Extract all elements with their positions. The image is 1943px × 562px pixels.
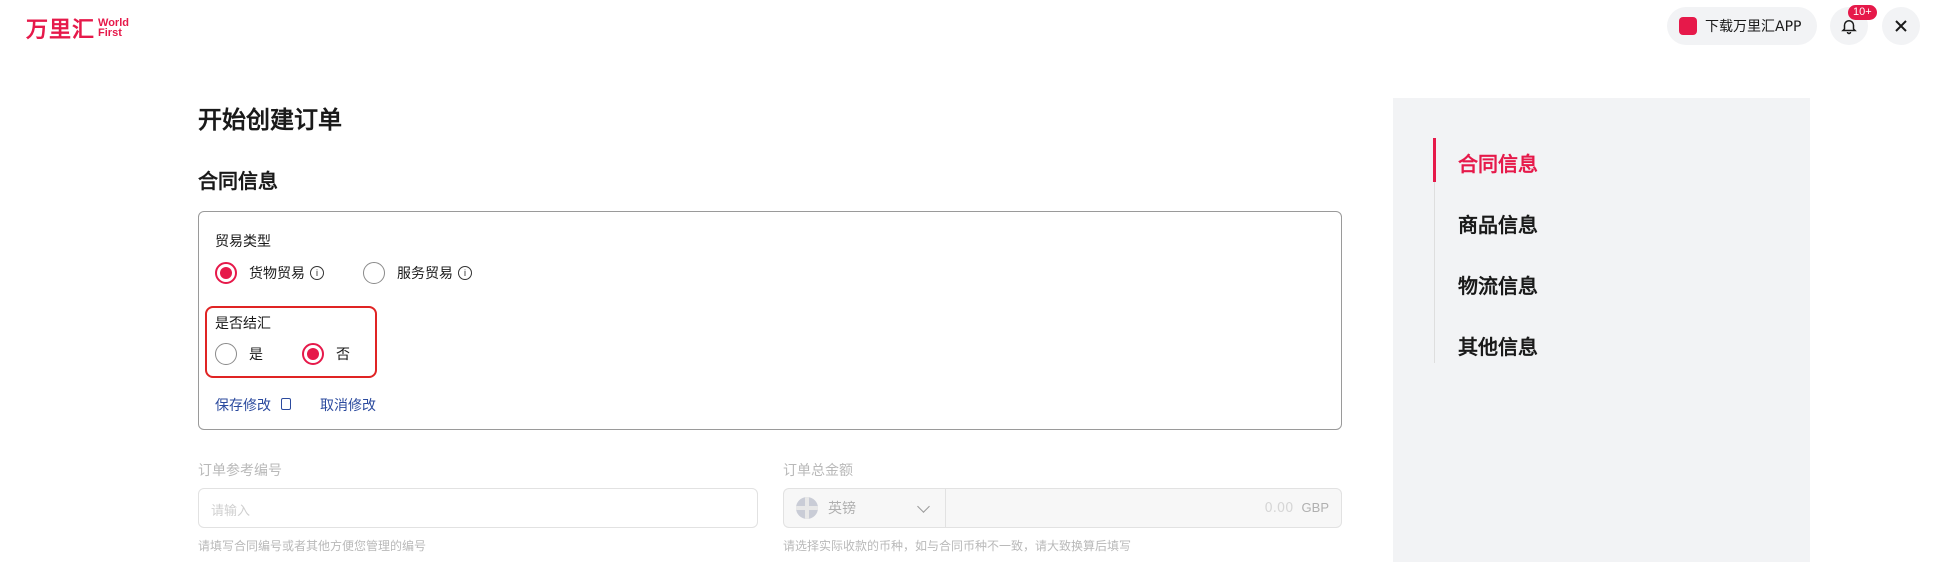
settlement-no-label: 否 (336, 347, 350, 363)
nav-item-contract-info[interactable]: 合同信息 (1458, 148, 1538, 177)
goods-trade-radio[interactable] (215, 262, 237, 284)
trade-type-goods-option[interactable]: 货物贸易 i (215, 262, 324, 284)
section-nav-panel (1393, 98, 1810, 562)
chevron-down-icon (917, 500, 930, 513)
amount-input[interactable]: 0.00 GBP (945, 488, 1342, 528)
close-button[interactable] (1882, 7, 1920, 45)
currency-name: 英镑 (828, 501, 856, 517)
settlement-label: 是否结汇 (215, 316, 271, 332)
logo-english-text: World First (98, 17, 129, 39)
info-icon[interactable]: i (310, 266, 324, 280)
order-ref-placeholder: 请输入 (211, 504, 251, 519)
order-ref-hint: 请填写合同编号或者其他方便您管理的编号 (198, 539, 427, 553)
page-title: 开始创建订单 (198, 106, 342, 134)
order-ref-label: 订单参考编号 (198, 463, 282, 479)
app-icon (1679, 17, 1697, 35)
info-icon[interactable]: i (458, 266, 472, 280)
service-trade-radio[interactable] (363, 262, 385, 284)
nav-item-logistics-info[interactable]: 物流信息 (1458, 270, 1538, 299)
cancel-changes-link[interactable]: 取消修改 (320, 395, 376, 415)
nav-item-other-info[interactable]: 其他信息 (1458, 331, 1538, 360)
settlement-no-radio[interactable] (302, 343, 324, 365)
uk-flag-icon (796, 497, 818, 519)
order-amount-label: 订单总金额 (783, 463, 853, 479)
worldfirst-logo[interactable]: 万里汇 World First (26, 12, 129, 44)
save-changes-link[interactable]: 保存修改 (215, 395, 271, 415)
amount-placeholder: 0.00 (1264, 501, 1294, 516)
contract-section-title: 合同信息 (198, 169, 278, 193)
settlement-no-option[interactable]: 否 (302, 343, 350, 365)
goods-trade-label: 货物贸易 (249, 266, 305, 282)
order-amount-hint: 请选择实际收款的币种，如与合同币种不一致，请大致换算后填写 (783, 539, 1132, 553)
amount-placeholder-group: 0.00 GBP (1264, 500, 1329, 516)
logo-chinese-text: 万里汇 (26, 18, 96, 43)
close-icon (1895, 20, 1907, 32)
service-trade-label: 服务贸易 (397, 266, 453, 282)
document-icon (281, 398, 291, 410)
order-ref-input[interactable]: 请输入 (198, 488, 758, 528)
settlement-yes-radio[interactable] (215, 343, 237, 365)
section-nav-active-indicator (1433, 138, 1436, 182)
trade-type-label: 贸易类型 (215, 234, 271, 250)
currency-select[interactable]: 英镑 (783, 488, 945, 528)
trade-type-service-option[interactable]: 服务贸易 i (363, 262, 472, 284)
currency-code: GBP (1301, 500, 1329, 515)
settlement-yes-label: 是 (249, 347, 263, 363)
settlement-yes-option[interactable]: 是 (215, 343, 263, 365)
nav-item-product-info[interactable]: 商品信息 (1458, 209, 1538, 238)
download-app-label: 下载万里汇APP (1705, 19, 1802, 35)
download-app-button[interactable]: 下载万里汇APP (1667, 7, 1817, 45)
notification-badge: 10+ (1848, 5, 1877, 20)
